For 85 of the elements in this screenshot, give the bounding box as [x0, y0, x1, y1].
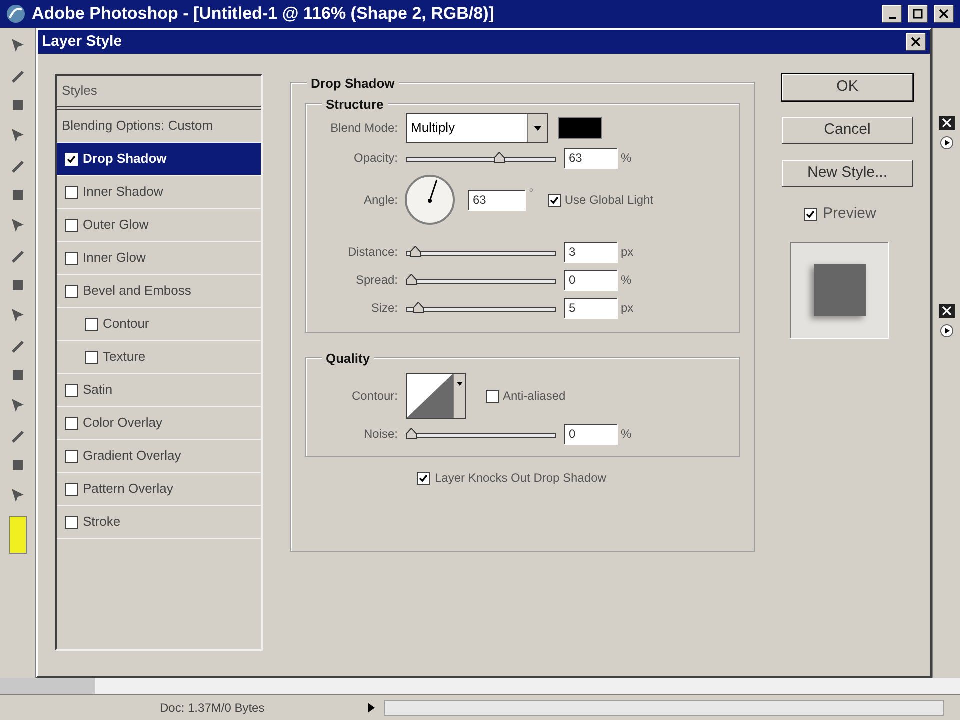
- number-field[interactable]: 3: [564, 242, 618, 262]
- style-item[interactable]: Contour: [57, 308, 261, 341]
- checkbox[interactable]: [548, 194, 561, 206]
- caret-icon: [456, 382, 462, 386]
- number-field[interactable]: 0: [564, 270, 618, 290]
- style-item[interactable]: Bevel and Emboss: [57, 275, 261, 308]
- list-header: Styles: [57, 76, 261, 110]
- app-title: Adobe Photoshop - [Untitled-1 @ 116% (Shape 2, RGB/8)]: [32, 3, 496, 26]
- checkbox[interactable]: [85, 318, 98, 330]
- style-item[interactable]: Pattern Overlay: [57, 473, 261, 506]
- checkbox[interactable]: [65, 284, 78, 298]
- doc-info: Doc: 1.37M/0 Bytes: [159, 700, 266, 716]
- number-field[interactable]: 5: [564, 298, 618, 318]
- style-item[interactable]: Outer Glow: [57, 209, 261, 242]
- close-icon: [939, 9, 949, 19]
- style-item[interactable]: Satin: [57, 374, 261, 407]
- caret-icon: [534, 126, 542, 130]
- field-label: Size:: [370, 300, 399, 317]
- maximize-icon: [913, 9, 923, 19]
- field-label: Blend Mode:: [330, 120, 399, 137]
- field-label: Spread:: [354, 272, 399, 289]
- style-item[interactable]: Inner Shadow: [57, 176, 261, 209]
- slider-thumb[interactable]: [406, 428, 417, 439]
- checkbox[interactable]: [486, 390, 499, 402]
- checkbox[interactable]: [65, 516, 78, 528]
- unit-label: %: [621, 272, 632, 289]
- checkbox-label: Anti-aliased: [503, 388, 566, 405]
- checkbox[interactable]: [65, 482, 78, 496]
- dialog-button[interactable]: OK: [782, 74, 913, 101]
- unit-label: px: [621, 300, 634, 317]
- checkbox-label: Layer Knocks Out Drop Shadow: [435, 470, 606, 487]
- checkbox[interactable]: [85, 350, 98, 364]
- field-label: Angle:: [362, 192, 399, 209]
- slider-thumb[interactable]: [410, 246, 422, 257]
- checkbox[interactable]: [804, 208, 817, 221]
- horizontal-scrollbar[interactable]: [384, 700, 944, 716]
- dialog-title: Layer Style: [42, 32, 122, 52]
- minimize-button[interactable]: [882, 5, 902, 23]
- style-item[interactable]: Inner Glow: [57, 242, 261, 275]
- minimize-icon: [888, 17, 896, 19]
- checkbox-label: Preview: [823, 204, 876, 224]
- checkbox[interactable]: [65, 252, 78, 264]
- style-item[interactable]: Color Overlay: [57, 407, 261, 440]
- checkbox[interactable]: [65, 416, 78, 430]
- angle-dial[interactable]: [404, 174, 456, 226]
- slider-thumb[interactable]: [412, 302, 424, 313]
- style-item[interactable]: Stroke: [57, 506, 261, 539]
- close-icon[interactable]: [938, 116, 954, 130]
- unit-label: °: [529, 185, 534, 202]
- checkbox[interactable]: [65, 186, 78, 198]
- shadowed-square: [814, 264, 866, 316]
- maximize-button[interactable]: [908, 5, 928, 23]
- style-item[interactable]: Texture: [57, 341, 261, 374]
- slider-thumb[interactable]: [494, 152, 505, 163]
- unit-label: %: [621, 150, 632, 167]
- unit-label: px: [621, 244, 634, 261]
- app-logo-icon: [6, 4, 26, 24]
- contour-picker[interactable]: [406, 373, 466, 419]
- close-button[interactable]: [934, 5, 954, 23]
- checkbox-label: Use Global Light: [564, 192, 654, 209]
- close-icon: [911, 37, 921, 47]
- field-label: Distance:: [346, 244, 399, 261]
- dialog-button[interactable]: Cancel: [782, 117, 913, 144]
- style-item[interactable]: Drop Shadow: [57, 143, 261, 176]
- slider-thumb[interactable]: [406, 274, 417, 285]
- number-field[interactable]: 0: [564, 424, 618, 444]
- style-item[interactable]: Gradient Overlay: [57, 440, 261, 473]
- shadow-color-swatch[interactable]: [558, 117, 602, 139]
- unit-label: %: [621, 426, 632, 443]
- checkbox[interactable]: [65, 384, 78, 396]
- number-field[interactable]: 63: [468, 190, 526, 211]
- play-icon[interactable]: [940, 324, 954, 338]
- field-label: Contour:: [350, 388, 399, 405]
- close-button[interactable]: [906, 33, 926, 51]
- checkbox[interactable]: [417, 472, 430, 484]
- blend-mode-dropdown[interactable]: Multiply: [406, 113, 548, 143]
- field-label: Opacity:: [352, 150, 399, 167]
- play-icon[interactable]: [940, 136, 954, 150]
- checkbox[interactable]: [65, 218, 78, 232]
- dialog-button[interactable]: New Style...: [782, 160, 913, 187]
- close-icon[interactable]: [938, 304, 954, 318]
- checkbox[interactable]: [65, 450, 78, 462]
- field-label: Noise:: [362, 426, 399, 443]
- foreground-color-swatch[interactable]: [8, 516, 26, 554]
- number-field[interactable]: 63: [564, 148, 618, 168]
